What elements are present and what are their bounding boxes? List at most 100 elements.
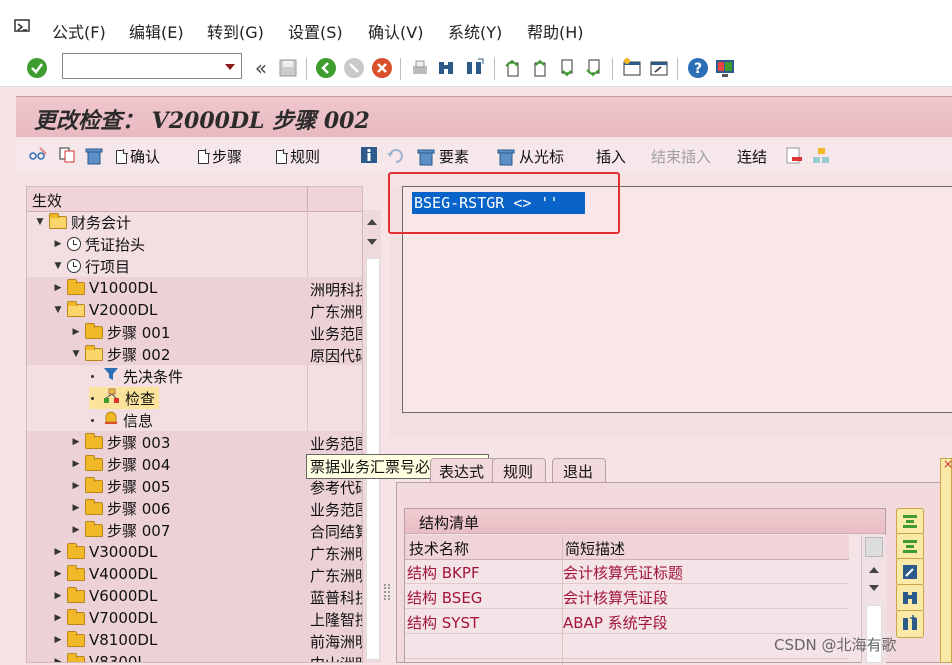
tree-node[interactable]: ▼ V2000DL 广东洲明 [27,299,362,321]
tree-node[interactable]: ▶ 步骤 007 合同结算 [27,519,362,541]
collapsed-arrow-icon[interactable]: ▶ [53,283,63,293]
close-icon[interactable]: × [943,457,952,471]
tree-scrollbar[interactable] [363,210,381,663]
tree-node-label-wrap[interactable]: ▶ 凭证抬头 [53,233,149,255]
from-cursor-button[interactable]: 从光标 [496,146,564,167]
tree-node-label-wrap[interactable]: ▶ 步骤 007 [71,519,174,541]
expanded-arrow-icon[interactable]: ▼ [35,217,45,227]
end-insert-button[interactable]: 结束插入 [651,146,711,167]
tab-expression[interactable]: 表达式 [430,458,498,482]
tree-node-label-wrap[interactable]: ▶ V6000DL [53,585,161,607]
tree-node-label-wrap[interactable]: ▶ V1000DL [53,277,161,299]
collapsed-arrow-icon[interactable]: ▶ [71,327,81,337]
tree-node[interactable]: ▶ V3000DL 广东洲明 [27,541,362,563]
collapsed-arrow-icon[interactable]: ▶ [71,525,81,535]
insert-button[interactable]: 插入 [596,146,626,167]
display-change-button[interactable] [28,146,48,164]
settings-button[interactable] [896,558,924,586]
enter-icon[interactable] [25,56,49,80]
tree-node-label-wrap[interactable]: ▶ V7000DL [53,607,161,629]
print-icon[interactable] [408,56,432,80]
scroll-up-icon[interactable] [367,219,377,225]
find-next-button[interactable] [896,610,924,638]
splitter-handle[interactable] [384,584,390,600]
scroll-down-icon[interactable] [869,585,879,591]
find-icon[interactable] [434,56,458,80]
find-button[interactable] [896,584,924,612]
collapsed-arrow-icon[interactable]: ▶ [53,239,63,249]
tree-node[interactable]: ▶ V8300L 中山洲明 [27,651,362,662]
tree-node-label-wrap[interactable]: 信息 [89,409,157,431]
element-button[interactable]: 要素 [416,146,469,167]
scroll-up-icon[interactable] [869,567,879,573]
menu-confirm[interactable]: 确认(V) [368,19,423,43]
collapsed-arrow-icon[interactable]: ▶ [53,591,63,601]
tree-node[interactable]: ▶ V7000DL 上隆智控 [27,607,362,629]
tab-rule[interactable]: 规则 [492,458,547,482]
align-bottom-button[interactable] [896,533,924,561]
tree-node[interactable]: ▶ V6000DL 蓝普科技 [27,585,362,607]
tree-node-label-wrap[interactable]: ▼ V2000DL [53,299,161,321]
menu-help[interactable]: 帮助(H) [527,19,584,43]
collapsed-arrow-icon[interactable]: ▶ [71,503,81,513]
tree-node[interactable]: ▶ V1000DL 洲明科技 [27,277,362,299]
collapsed-arrow-icon[interactable]: ▶ [53,635,63,645]
find-next-icon[interactable] [462,56,486,80]
tree-node-label-wrap[interactable]: ▼ 财务会计 [35,211,135,233]
delete-button[interactable] [84,146,104,166]
tree-node[interactable]: ▼ 步骤 002 原因代码 [27,343,362,365]
table-row[interactable]: 结构 BKPF 会计核算凭证标题 [405,559,849,584]
collapsed-arrow-icon[interactable]: ▶ [71,459,81,469]
expanded-arrow-icon[interactable]: ▼ [53,261,63,271]
scroll-down-icon[interactable] [367,239,377,245]
shortcut-icon[interactable] [647,56,671,80]
tree-node-label-wrap[interactable]: ▼ 行项目 [53,255,134,277]
help-icon[interactable]: ? [686,56,710,80]
tree-node-label-wrap[interactable]: ▶ 步骤 003 [71,431,174,453]
align-top-button[interactable] [896,508,924,536]
tree-node[interactable]: ▶ V8100DL 前海洲明 [27,629,362,651]
back-icon[interactable] [314,56,338,80]
scroll-thumb[interactable] [865,537,883,557]
tree-node-label-wrap[interactable]: ▶ 步骤 005 [71,475,174,497]
collapsed-arrow-icon[interactable]: ▶ [71,481,81,491]
menu-goto[interactable]: 转到(G) [207,19,264,43]
tree-node-label-wrap[interactable]: ▶ V8100DL [53,629,161,651]
tree-node-label-wrap[interactable]: 先决条件 [89,365,187,387]
last-page-icon[interactable] [583,56,607,80]
menu-edit[interactable]: 编辑(E) [129,19,184,43]
tree-node[interactable]: 信息 [27,409,362,431]
tree-node-label-wrap[interactable]: ▶ 步骤 006 [71,497,174,519]
table-row[interactable]: 结构 BSEG 会计核算凭证段 [405,584,849,609]
system-menu-icon[interactable] [14,18,32,36]
tree-node-label-wrap[interactable]: 检查 [89,387,160,409]
layout-icon[interactable] [713,56,737,80]
new-session-icon[interactable] [620,56,644,80]
connect-button[interactable]: 连结 [737,146,767,167]
table-row[interactable]: 结构 SYST ABAP 系统字段 [405,609,849,634]
command-field[interactable] [62,53,242,79]
tree-node[interactable]: 先决条件 [27,365,362,387]
expanded-arrow-icon[interactable]: ▼ [53,305,63,315]
tab-exit[interactable]: 退出 [552,458,607,482]
first-page-icon[interactable] [502,56,526,80]
cancel-icon[interactable] [370,56,394,80]
info-button[interactable] [360,146,378,164]
column-short-desc[interactable]: 简短描述 [565,538,625,559]
menu-formula[interactable]: 公式(F) [52,19,106,43]
structure-button[interactable] [811,146,831,166]
previous-page-icon[interactable] [529,56,553,80]
tree-node[interactable]: ▶ 步骤 006 业务范围 [27,497,362,519]
collapsed-arrow-icon[interactable]: ▶ [53,613,63,623]
expanded-arrow-icon[interactable]: ▼ [71,349,81,359]
tree-node-label-wrap[interactable]: ▶ 步骤 004 [71,453,174,475]
column-tech-name[interactable]: 技术名称 [409,538,469,559]
copy-button[interactable] [58,146,76,164]
collapsed-arrow-icon[interactable]: ▶ [53,569,63,579]
collapsed-arrow-icon[interactable]: ▶ [53,657,63,662]
tree-node-label-wrap[interactable]: ▶ V4000DL [53,563,161,585]
exit-icon[interactable] [342,56,366,80]
tree-node[interactable]: ▶ 步骤 001 业务范围 [27,321,362,343]
collapsed-arrow-icon[interactable]: ▶ [71,437,81,447]
tree-node[interactable]: ▼ 行项目 [27,255,362,277]
